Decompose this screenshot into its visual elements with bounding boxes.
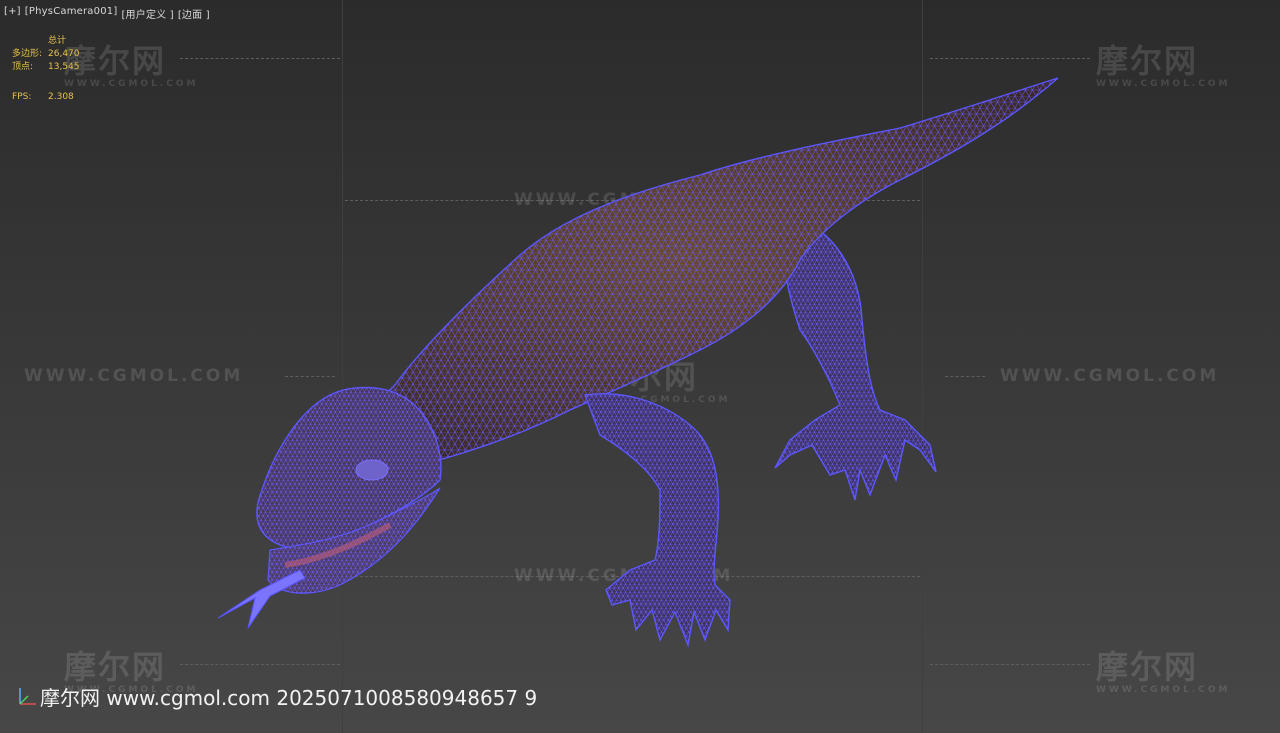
viewport-shading-menu[interactable]: [用户定义 ]: [121, 6, 173, 21]
viewport-statistics: 总计 多边形: 26,470 顶点: 13,545 FPS: 2.308: [12, 35, 80, 104]
fps-value: 2.308: [48, 92, 74, 102]
axis-gizmo-icon: [19, 688, 36, 705]
stats-header: 总计: [48, 36, 67, 46]
image-credit-caption: 摩尔网 www.cgmol.com 2025071008580948657 9: [40, 686, 538, 710]
viewport-camera-menu[interactable]: [PhysCamera001]: [25, 6, 118, 21]
viewport-label: [+] [PhysCamera001] [用户定义 ] [边面 ]: [4, 6, 210, 21]
viewport-display-menu[interactable]: [边面 ]: [178, 6, 210, 21]
3d-viewport[interactable]: 摩尔网 WWW.CGMOL.COM 摩尔网 WWW.CGMOL.COM 摩尔网 WWW…: [0, 0, 1280, 733]
polygons-label: 多边形:: [12, 49, 43, 59]
vertices-label: 顶点:: [12, 62, 34, 72]
tongue: [217, 569, 306, 629]
polygons-value: 26,470: [48, 49, 80, 59]
viewport-menu-plus[interactable]: [+]: [4, 6, 21, 21]
head: [256, 386, 442, 594]
vertices-value: 13,545: [48, 62, 80, 72]
eye: [355, 459, 389, 481]
front-leg: [584, 393, 731, 648]
fps-label: FPS:: [12, 92, 32, 102]
komodo-dragon-wireframe-model[interactable]: [0, 0, 1280, 733]
